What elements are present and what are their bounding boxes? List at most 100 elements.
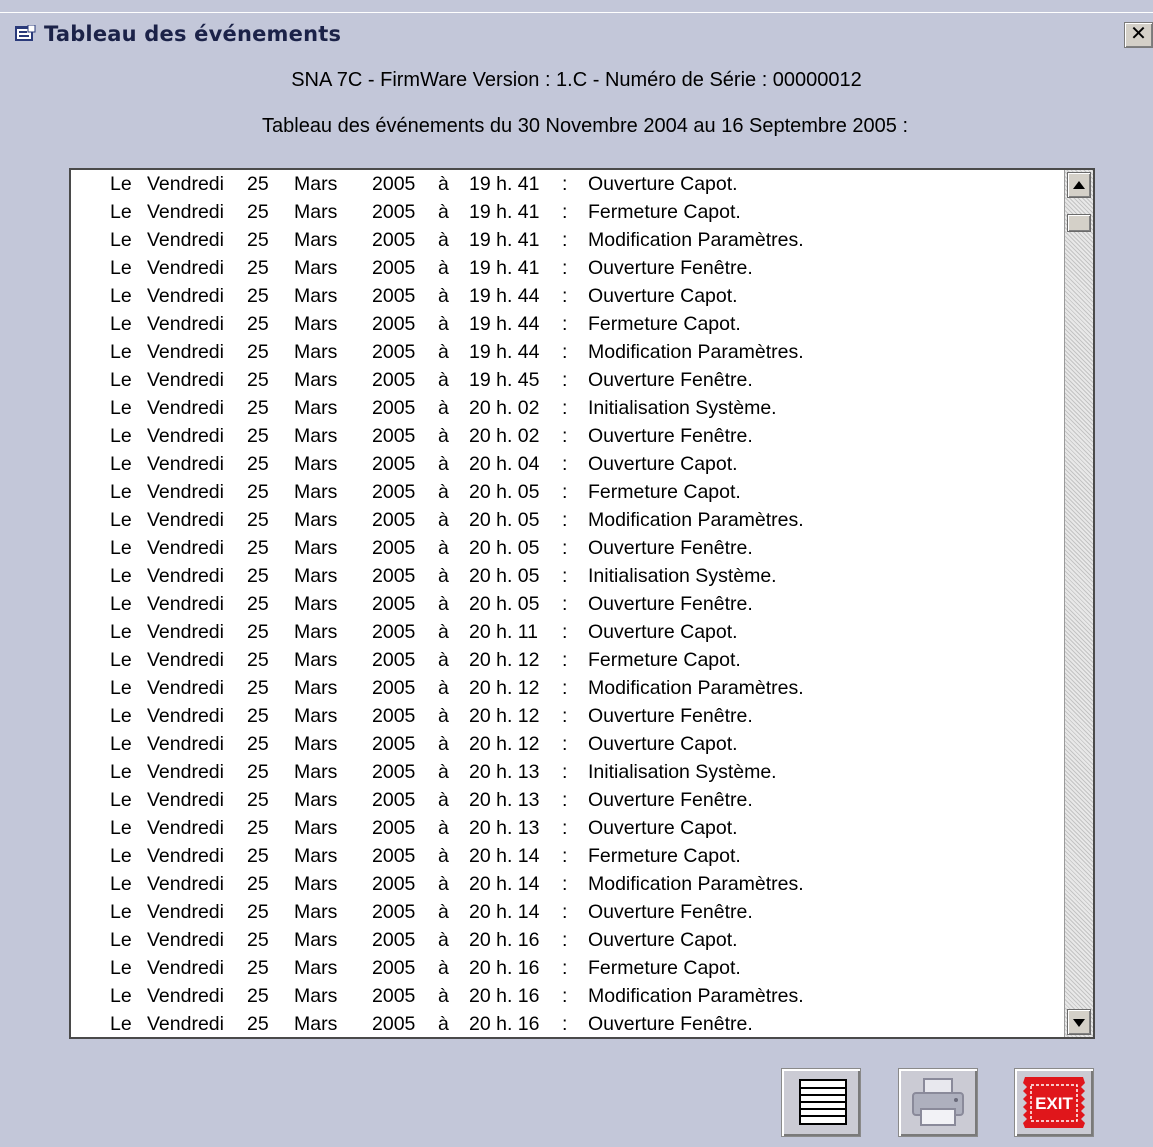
event-row[interactable]: Le Vendredi 25 Mars 2005 à 20 h. 16: Modificati… (71, 982, 1061, 1010)
event-le: Le (110, 229, 132, 251)
event-row[interactable]: Le Vendredi 25 Mars 2005 à 20 h. 12: Fermeture … (71, 646, 1061, 674)
event-event: Modification Paramètres. (588, 677, 804, 699)
event-row[interactable]: Le Vendredi 25 Mars 2005 à 20 h. 16: Ouverture … (71, 1010, 1061, 1037)
event-a: à (438, 593, 449, 615)
event-date: 25 (247, 621, 269, 643)
list-view-button[interactable] (781, 1068, 861, 1137)
event-row[interactable]: Le Vendredi 25 Mars 2005 à 20 h. 13: Ouverture … (71, 786, 1061, 814)
event-month: Mars (294, 845, 338, 867)
event-row[interactable]: Le Vendredi 25 Mars 2005 à 20 h. 12: Modificati… (71, 674, 1061, 702)
event-time: 20 h. 16 (469, 957, 540, 979)
event-row[interactable]: Le Vendredi 25 Mars 2005 à 20 h. 05: Ouverture … (71, 534, 1061, 562)
event-row[interactable]: Le Vendredi 25 Mars 2005 à 19 h. 44: Ouverture … (71, 282, 1061, 310)
event-row[interactable]: Le Vendredi 25 Mars 2005 à 19 h. 41: Modificati… (71, 226, 1061, 254)
event-row[interactable]: Le Vendredi 25 Mars 2005 à 20 h. 16: Ouverture … (71, 926, 1061, 954)
event-event: Ouverture Capot. (588, 733, 738, 755)
event-colon: : (562, 313, 568, 335)
event-row[interactable]: Le Vendredi 25 Mars 2005 à 20 h. 13: Ouverture … (71, 814, 1061, 842)
event-row[interactable]: Le Vendredi 25 Mars 2005 à 20 h. 05: Initialisa… (71, 562, 1061, 590)
event-row[interactable]: Le Vendredi 25 Mars 2005 à 19 h. 45: Ouverture … (71, 366, 1061, 394)
exit-icon: EXIT (1023, 1077, 1085, 1128)
event-colon: : (562, 817, 568, 839)
event-day: Vendredi (147, 649, 224, 671)
event-a: à (438, 341, 449, 363)
event-colon: : (562, 593, 568, 615)
event-row[interactable]: Le Vendredi 25 Mars 2005 à 20 h. 13: Initialisa… (71, 758, 1061, 786)
event-row[interactable]: Le Vendredi 25 Mars 2005 à 20 h. 16: Fermeture … (71, 954, 1061, 982)
event-date: 25 (247, 649, 269, 671)
event-row[interactable]: Le Vendredi 25 Mars 2005 à 20 h. 05: Modificati… (71, 506, 1061, 534)
event-row[interactable]: Le Vendredi 25 Mars 2005 à 20 h. 05: Ouverture … (71, 590, 1061, 618)
event-row[interactable]: Le Vendredi 25 Mars 2005 à 20 h. 11: Ouverture … (71, 618, 1061, 646)
event-event: Modification Paramètres. (588, 873, 804, 895)
event-le: Le (110, 341, 132, 363)
event-colon: : (562, 649, 568, 671)
event-event: Ouverture Capot. (588, 453, 738, 475)
event-time: 20 h. 16 (469, 929, 540, 951)
event-day: Vendredi (147, 705, 224, 727)
events-listbox[interactable]: Le Vendredi 25 Mars 2005 à 19 h. 41: Ouverture … (69, 168, 1095, 1039)
event-time: 19 h. 44 (469, 313, 540, 335)
event-row[interactable]: Le Vendredi 25 Mars 2005 à 20 h. 14: Ouverture … (71, 898, 1061, 926)
event-colon: : (562, 509, 568, 531)
event-colon: : (562, 733, 568, 755)
event-time: 20 h. 05 (469, 565, 540, 587)
event-le: Le (110, 929, 132, 951)
event-time: 19 h. 41 (469, 229, 540, 251)
event-date: 25 (247, 537, 269, 559)
event-le: Le (110, 425, 132, 447)
event-year: 2005 (372, 677, 416, 699)
event-date: 25 (247, 257, 269, 279)
event-a: à (438, 1013, 449, 1035)
event-month: Mars (294, 229, 338, 251)
scroll-up-button[interactable] (1067, 172, 1091, 198)
event-row[interactable]: Le Vendredi 25 Mars 2005 à 19 h. 44: Fermeture … (71, 310, 1061, 338)
event-row[interactable]: Le Vendredi 25 Mars 2005 à 19 h. 41: Ouverture … (71, 170, 1061, 198)
scroll-thumb[interactable] (1067, 214, 1091, 232)
event-row[interactable]: Le Vendredi 25 Mars 2005 à 20 h. 04: Ouverture … (71, 450, 1061, 478)
event-day: Vendredi (147, 565, 224, 587)
event-row[interactable]: Le Vendredi 25 Mars 2005 à 20 h. 02: Initialisa… (71, 394, 1061, 422)
close-button[interactable]: ✕ (1124, 22, 1153, 48)
event-row[interactable]: Le Vendredi 25 Mars 2005 à 20 h. 05: Fermeture … (71, 478, 1061, 506)
event-row[interactable]: Le Vendredi 25 Mars 2005 à 19 h. 44: Modificati… (71, 338, 1061, 366)
event-a: à (438, 733, 449, 755)
scroll-down-button[interactable] (1067, 1009, 1091, 1035)
event-event: Initialisation Système. (588, 565, 777, 587)
event-row[interactable]: Le Vendredi 25 Mars 2005 à 20 h. 12: Ouverture … (71, 730, 1061, 758)
event-colon: : (562, 201, 568, 223)
event-date: 25 (247, 1013, 269, 1035)
arrow-down-icon (1073, 1019, 1085, 1027)
event-row[interactable]: Le Vendredi 25 Mars 2005 à 19 h. 41: Ouverture … (71, 254, 1061, 282)
exit-button[interactable]: EXIT (1014, 1068, 1094, 1137)
vertical-scrollbar[interactable] (1064, 170, 1093, 1037)
event-year: 2005 (372, 369, 416, 391)
event-day: Vendredi (147, 397, 224, 419)
event-le: Le (110, 705, 132, 727)
event-le: Le (110, 957, 132, 979)
event-day: Vendredi (147, 425, 224, 447)
event-le: Le (110, 397, 132, 419)
event-time: 20 h. 04 (469, 453, 540, 475)
event-row[interactable]: Le Vendredi 25 Mars 2005 à 19 h. 41: Fermeture … (71, 198, 1061, 226)
event-row[interactable]: Le Vendredi 25 Mars 2005 à 20 h. 14: Fermeture … (71, 842, 1061, 870)
event-row[interactable]: Le Vendredi 25 Mars 2005 à 20 h. 02: Ouverture … (71, 422, 1061, 450)
event-event: Fermeture Capot. (588, 845, 741, 867)
event-row[interactable]: Le Vendredi 25 Mars 2005 à 20 h. 12: Ouverture … (71, 702, 1061, 730)
event-month: Mars (294, 649, 338, 671)
event-year: 2005 (372, 565, 416, 587)
event-time: 20 h. 16 (469, 985, 540, 1007)
event-row[interactable]: Le Vendredi 25 Mars 2005 à 20 h. 14: Modificati… (71, 870, 1061, 898)
printer-icon (912, 1078, 964, 1126)
event-le: Le (110, 313, 132, 335)
event-day: Vendredi (147, 985, 224, 1007)
event-time: 20 h. 13 (469, 761, 540, 783)
print-button[interactable] (898, 1068, 978, 1137)
event-month: Mars (294, 985, 338, 1007)
event-time: 20 h. 12 (469, 649, 540, 671)
event-day: Vendredi (147, 201, 224, 223)
event-date: 25 (247, 285, 269, 307)
event-le: Le (110, 201, 132, 223)
event-colon: : (562, 705, 568, 727)
event-colon: : (562, 425, 568, 447)
